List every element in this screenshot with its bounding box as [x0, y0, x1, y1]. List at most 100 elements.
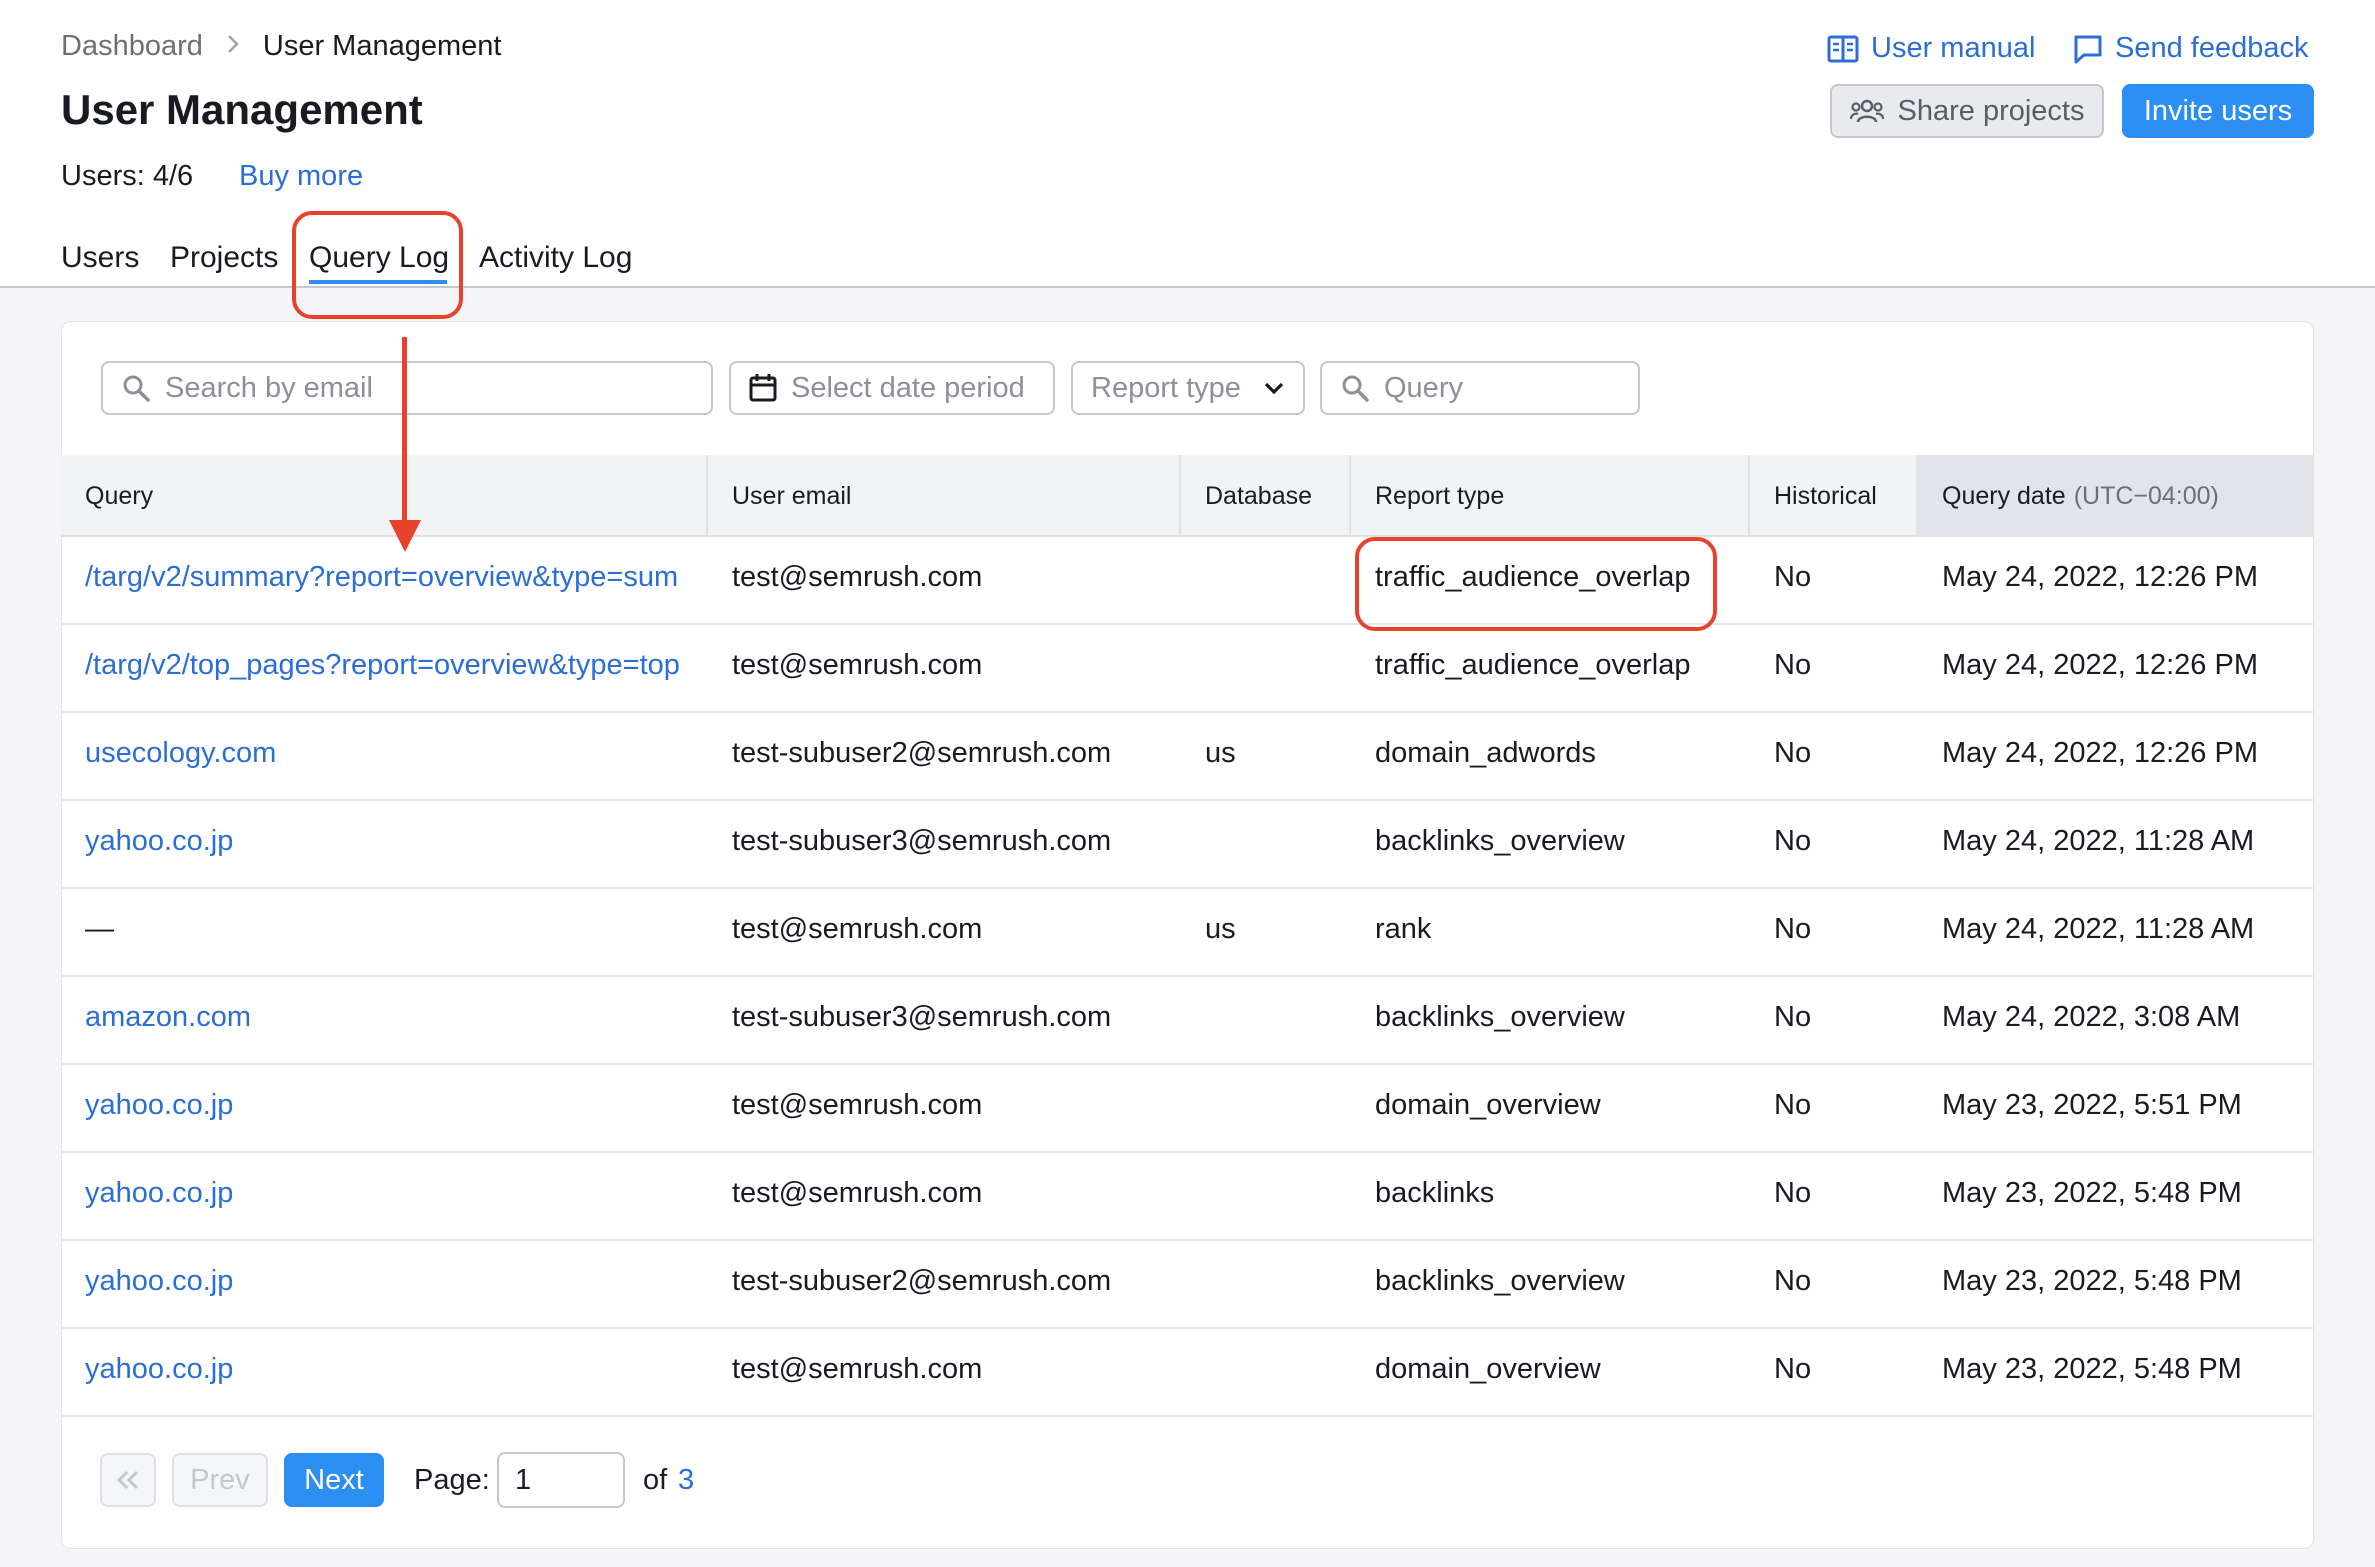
header-historical[interactable]: Historical: [1774, 455, 1877, 537]
cell-query-date: May 24, 2022, 12:26 PM: [1942, 649, 2258, 681]
header-timezone: (UTC−04:00): [2073, 481, 2219, 510]
chevron-right-icon: [225, 31, 241, 62]
header-query[interactable]: Query: [85, 455, 153, 537]
header-database[interactable]: Database: [1205, 455, 1312, 537]
breadcrumb-dashboard[interactable]: Dashboard: [61, 30, 203, 63]
cell-historical: No: [1774, 913, 1812, 945]
cell-historical: No: [1774, 1001, 1812, 1033]
report-type-label: Report type: [1091, 371, 1241, 404]
annotation-arrow-shaft: [402, 337, 407, 523]
cell-report-type: rank: [1375, 913, 1432, 945]
cell-query[interactable]: usecology.com: [85, 737, 705, 770]
calendar-icon: [749, 374, 777, 402]
cell-query-date: May 24, 2022, 11:28 AM: [1942, 825, 2255, 857]
cell-report-type: traffic_audience_overlap: [1375, 649, 1691, 681]
tab-users[interactable]: Users: [61, 241, 139, 275]
highlight-query-log-tab: [292, 211, 463, 319]
cell-user-email: test@semrush.com: [732, 1353, 983, 1385]
page-number-input[interactable]: [497, 1452, 625, 1508]
cell-query-date: May 24, 2022, 3:08 AM: [1942, 1001, 2241, 1033]
share-projects-button[interactable]: Share projects: [1830, 84, 2104, 138]
chevron-down-icon: [1264, 382, 1284, 395]
query-search-input[interactable]: Query: [1320, 361, 1640, 415]
cell-user-email: test@semrush.com: [732, 1089, 983, 1121]
cell-report-type: domain_overview: [1375, 1089, 1601, 1121]
users-icon: [1849, 99, 1884, 123]
cell-query-date: May 23, 2022, 5:51 PM: [1942, 1089, 2242, 1121]
total-pages-link[interactable]: 3: [678, 1464, 694, 1497]
header-report-type[interactable]: Report type: [1375, 455, 1504, 537]
cell-user-email: test-subuser2@semrush.com: [732, 737, 1112, 769]
book-icon: [1827, 35, 1859, 62]
cell-query-date: May 24, 2022, 12:26 PM: [1942, 561, 2258, 593]
cell-query: —: [85, 913, 114, 945]
cell-query[interactable]: yahoo.co.jp: [85, 825, 705, 858]
tab-projects[interactable]: Projects: [170, 241, 278, 275]
cell-historical: No: [1774, 1089, 1812, 1121]
send-feedback-label: Send feedback: [2115, 32, 2309, 64]
cell-user-email: test@semrush.com: [732, 1177, 983, 1209]
cell-query[interactable]: amazon.com: [85, 1001, 705, 1034]
cell-user-email: test-subuser3@semrush.com: [732, 825, 1112, 857]
cell-historical: No: [1774, 1177, 1812, 1209]
cell-query[interactable]: yahoo.co.jp: [85, 1177, 705, 1210]
prev-page-button[interactable]: Prev: [172, 1453, 268, 1507]
query-placeholder: Query: [1384, 371, 1463, 404]
column-separator: [1748, 455, 1750, 535]
date-period-select[interactable]: Select date period: [729, 361, 1055, 415]
cell-query[interactable]: yahoo.co.jp: [85, 1353, 705, 1386]
cell-database: us: [1205, 737, 1236, 769]
user-manual-link[interactable]: User manual: [1827, 32, 2035, 65]
cell-historical: No: [1774, 1353, 1812, 1385]
date-period-placeholder: Select date period: [791, 371, 1025, 404]
search-email-input[interactable]: Search by email: [101, 361, 713, 415]
page-of-label: of: [643, 1464, 668, 1496]
cell-report-type: domain_adwords: [1375, 737, 1596, 769]
send-feedback-link[interactable]: Send feedback: [2073, 32, 2308, 65]
buy-more-link[interactable]: Buy more: [239, 160, 363, 193]
invite-users-button[interactable]: Invite users: [2122, 84, 2314, 138]
breadcrumb-current: User Management: [262, 30, 502, 62]
header-query-date-label: Query date: [1942, 481, 2066, 510]
header-query-date[interactable]: Query date (UTC−04:00): [1942, 455, 2219, 537]
column-separator: [1179, 455, 1181, 535]
cell-report-type: backlinks: [1375, 1177, 1495, 1209]
cell-report-type: domain_overview: [1375, 1353, 1601, 1385]
cell-report-type: backlinks_overview: [1375, 825, 1625, 857]
cell-historical: No: [1774, 825, 1812, 857]
search-email-placeholder: Search by email: [165, 371, 373, 404]
header-user-email[interactable]: User email: [732, 455, 851, 537]
user-manual-label: User manual: [1871, 32, 2036, 64]
cell-historical: No: [1774, 649, 1812, 681]
page-title: User Management: [61, 86, 423, 133]
cell-user-email: test-subuser3@semrush.com: [732, 1001, 1112, 1033]
cell-query-date: May 23, 2022, 5:48 PM: [1942, 1353, 2242, 1385]
cell-query[interactable]: /targ/v2/summary?report=overview&type=su…: [85, 561, 705, 594]
chat-icon: [2074, 35, 2102, 63]
search-icon: [123, 375, 150, 402]
share-projects-label: Share projects: [1897, 94, 2085, 127]
cell-historical: No: [1774, 1265, 1812, 1297]
users-count: Users: 4/6: [61, 160, 194, 192]
next-page-button[interactable]: Next: [284, 1453, 384, 1507]
page-label: Page:: [414, 1464, 490, 1496]
search-icon: [1342, 375, 1369, 402]
cell-query-date: May 24, 2022, 12:26 PM: [1942, 737, 2258, 769]
report-type-select[interactable]: Report type: [1071, 361, 1305, 415]
cell-report-type: backlinks_overview: [1375, 1265, 1625, 1297]
first-page-button[interactable]: [100, 1453, 156, 1507]
cell-user-email: test-subuser2@semrush.com: [732, 1265, 1112, 1297]
cell-report-type: backlinks_overview: [1375, 1001, 1625, 1033]
column-separator: [1349, 455, 1351, 535]
cell-historical: No: [1774, 561, 1812, 593]
cell-database: us: [1205, 913, 1236, 945]
annotation-arrow-head: [389, 520, 421, 552]
cell-query-date: May 24, 2022, 11:28 AM: [1942, 913, 2255, 945]
cell-query[interactable]: yahoo.co.jp: [85, 1089, 705, 1122]
double-chevron-left-icon: [116, 1470, 139, 1490]
cell-query[interactable]: /targ/v2/top_pages?report=overview&type=…: [85, 649, 705, 682]
tab-activity-log[interactable]: Activity Log: [479, 241, 632, 275]
cell-query-date: May 23, 2022, 5:48 PM: [1942, 1265, 2242, 1297]
cell-query[interactable]: yahoo.co.jp: [85, 1265, 705, 1298]
cell-user-email: test@semrush.com: [732, 649, 983, 681]
